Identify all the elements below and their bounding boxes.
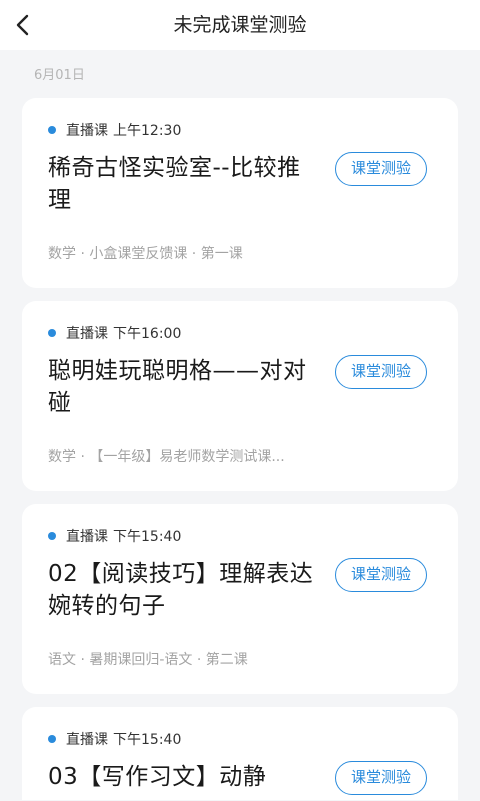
quiz-card[interactable]: 直播课 上午12:30 稀奇古怪实验室--比较推理 课堂测验 数学 · 小盒课堂… <box>22 98 458 288</box>
live-dot-icon <box>48 126 56 134</box>
lesson-meta: 直播课 下午15:40 <box>48 526 181 546</box>
top-nav-bar: 未完成课堂测验 <box>0 0 480 50</box>
lesson-time: 下午15:40 <box>113 732 182 748</box>
lesson-type: 直播课 <box>66 326 108 342</box>
lesson-type: 直播课 <box>66 529 108 545</box>
live-dot-icon <box>48 329 56 337</box>
class-quiz-button[interactable]: 课堂测验 <box>335 761 427 795</box>
class-quiz-button[interactable]: 课堂测验 <box>335 355 427 389</box>
live-dot-icon <box>48 532 56 540</box>
lesson-type: 直播课 <box>66 732 108 748</box>
live-dot-icon <box>48 735 56 743</box>
lesson-time: 下午15:40 <box>113 529 182 545</box>
date-label: 6月01日 <box>34 68 85 83</box>
lesson-subtitle: 数学 · 【一年级】易老师数学测试课... <box>48 449 285 465</box>
lesson-meta: 直播课 下午16:00 <box>48 323 181 343</box>
class-quiz-button[interactable]: 课堂测验 <box>335 152 427 186</box>
lesson-time: 上午12:30 <box>113 123 182 139</box>
lesson-time: 下午16:00 <box>113 326 182 342</box>
lesson-type: 直播课 <box>66 123 108 139</box>
lesson-title: 聪明娃玩聪明格——对对碰 <box>48 358 307 416</box>
page-title: 未完成课堂测验 <box>173 14 307 36</box>
quiz-card[interactable]: 直播课 下午15:40 03【写作习文】动静 课堂测验 <box>22 707 458 800</box>
lesson-meta: 直播课 下午15:40 <box>48 729 181 749</box>
lesson-meta: 直播课 上午12:30 <box>48 120 181 140</box>
class-quiz-button[interactable]: 课堂测验 <box>335 558 427 592</box>
lesson-title: 03【写作习文】动静 <box>48 764 267 790</box>
lesson-subtitle: 语文 · 暑期课回归-语文 · 第二课 <box>48 652 248 668</box>
lesson-subtitle: 数学 · 小盒课堂反馈课 · 第一课 <box>48 246 243 262</box>
lesson-title: 02【阅读技巧】理解表达婉转的句子 <box>48 561 314 619</box>
quiz-card[interactable]: 直播课 下午15:40 02【阅读技巧】理解表达婉转的句子 课堂测验 语文 · … <box>22 504 458 694</box>
lesson-title: 稀奇古怪实验室--比较推理 <box>48 155 301 213</box>
quiz-card[interactable]: 直播课 下午16:00 聪明娃玩聪明格——对对碰 课堂测验 数学 · 【一年级】… <box>22 301 458 491</box>
